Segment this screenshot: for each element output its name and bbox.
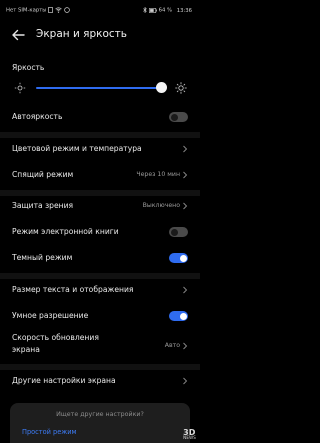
battery-icon — [148, 7, 157, 13]
auto-brightness-row[interactable]: Автояркость — [0, 110, 200, 124]
signal-icon — [63, 7, 70, 13]
ebook-mode-toggle[interactable] — [169, 227, 188, 237]
smart-resolution-toggle[interactable] — [169, 311, 188, 321]
watermark-logo: 3D NEWS — [183, 428, 196, 440]
sun-low-icon — [14, 82, 26, 94]
carrier-text: Нет SIM-карты — [6, 7, 47, 14]
page-title: Экран и яркость — [36, 28, 127, 40]
arrow-left-icon[interactable] — [10, 27, 26, 43]
brightness-slider[interactable] — [0, 80, 200, 96]
dark-mode-toggle[interactable] — [169, 253, 188, 263]
simple-mode-link[interactable]: Простой режим — [22, 428, 77, 436]
divider — [0, 273, 200, 279]
chevron-right-icon — [183, 145, 188, 153]
wifi-icon — [55, 7, 62, 13]
auto-brightness-toggle[interactable] — [169, 112, 188, 122]
color-mode-label: Цветовой режим и температура — [12, 144, 142, 153]
ebook-mode-label: Режим электронной книги — [12, 227, 119, 236]
chevron-right-icon — [183, 171, 188, 179]
brightness-label: Яркость — [12, 63, 45, 72]
more-settings-row[interactable]: Другие настройки экрана — [0, 374, 200, 388]
sleep-value: Через 10 мин — [136, 171, 180, 178]
divider — [0, 132, 200, 138]
text-size-label: Размер текста и отображения — [12, 285, 134, 294]
suggestion-card: Ищете другие настройки? Простой режим — [10, 403, 190, 443]
eye-comfort-label: Защита зрения — [12, 201, 74, 210]
status-left: Нет SIM-карты — [6, 7, 70, 14]
eye-comfort-value: Выключено — [142, 202, 180, 209]
slider-track[interactable] — [36, 87, 161, 89]
watermark-sub: NEWS — [183, 435, 196, 440]
status-right: 64 % 13:36 — [143, 7, 192, 14]
chevron-right-icon — [183, 342, 188, 350]
eye-comfort-row[interactable]: Защита зрения Выключено — [0, 199, 200, 213]
chevron-right-icon — [183, 286, 188, 294]
sun-high-icon — [175, 82, 187, 94]
auto-brightness-label: Автояркость — [12, 112, 63, 121]
bluetooth-icon — [143, 7, 147, 13]
smart-resolution-label: Умное разрешение — [12, 311, 89, 320]
clock: 13:36 — [176, 7, 192, 14]
chevron-right-icon — [183, 377, 188, 385]
status-bar: Нет SIM-карты 64 % 13:36 — [0, 0, 200, 22]
refresh-rate-label-line1: Скорость обновления — [12, 333, 99, 342]
sleep-row[interactable]: Спящий режим Через 10 мин — [0, 168, 200, 182]
refresh-rate-value: Авто — [164, 342, 180, 349]
more-settings-label: Другие настройки экрана — [12, 376, 116, 385]
text-size-row[interactable]: Размер текста и отображения — [0, 283, 200, 297]
app-header: Экран и яркость — [0, 24, 200, 46]
dark-mode-row[interactable]: Темный режим — [0, 251, 200, 265]
divider — [0, 190, 200, 196]
divider — [0, 364, 200, 370]
ebook-mode-row[interactable]: Режим электронной книги — [0, 225, 200, 239]
battery-percent: 64 % — [158, 7, 173, 14]
dark-mode-label: Темный режим — [12, 253, 73, 262]
sim-icon — [48, 7, 54, 13]
refresh-rate-label-line2: экрана — [12, 345, 40, 354]
refresh-rate-row[interactable]: Скорость обновления экрана Авто — [0, 333, 200, 359]
smart-resolution-row[interactable]: Умное разрешение — [0, 309, 200, 323]
sleep-label: Спящий режим — [12, 170, 74, 179]
color-mode-row[interactable]: Цветовой режим и температура — [0, 142, 200, 156]
slider-thumb[interactable] — [156, 82, 167, 93]
suggestion-question: Ищете другие настройки? — [56, 411, 144, 418]
chevron-right-icon — [183, 202, 188, 210]
